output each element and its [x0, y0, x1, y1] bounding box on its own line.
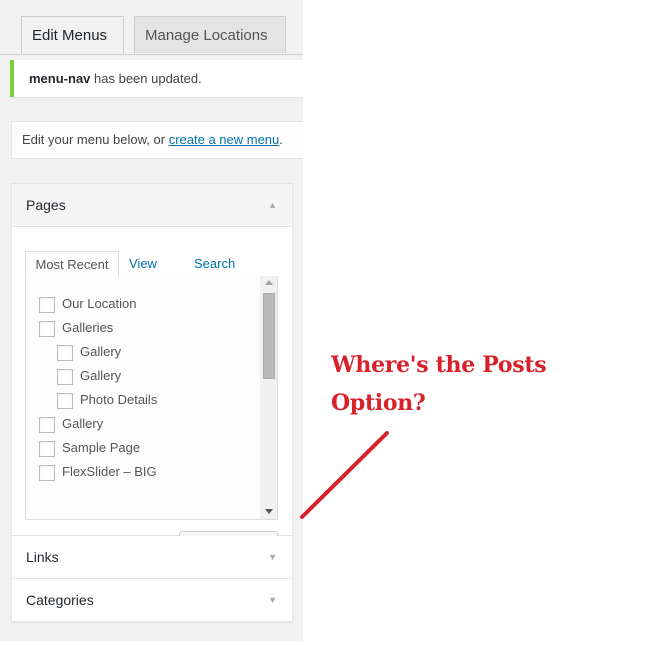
annotation-arrow-line [300, 431, 389, 519]
tab-most-recent[interactable]: Most Recent [25, 251, 119, 277]
annotation-arrow [300, 431, 389, 519]
